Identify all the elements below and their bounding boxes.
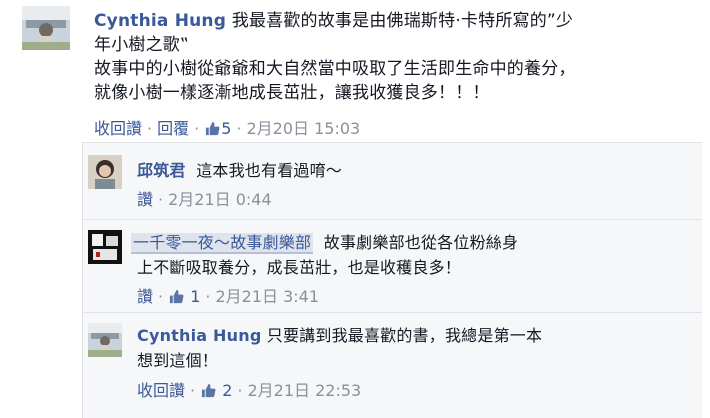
timestamp-link[interactable]: 2月21日 3:41 [215, 287, 319, 306]
withdraw-like-link[interactable]: 收回讚 [137, 381, 185, 400]
main-comment-actions: 收回讚 · 回覆 · 5 · 2月20日 15:03 [94, 118, 360, 140]
avatar-photo-icon [88, 155, 122, 189]
comment-text-line: 就像小樹一樣逐漸地成長茁壯，讓我收獲良多！！！ [94, 83, 490, 103]
separator-dot: · [237, 381, 243, 400]
divider [82, 312, 702, 313]
reply-text-line: 想到這個！ [137, 351, 219, 370]
separator-dot: · [194, 119, 200, 138]
comment-text-line: 我最喜歡的故事是由佛瑞斯特·卡特所寫的”少 [231, 11, 574, 31]
separator-dot: · [190, 381, 196, 400]
like-link[interactable]: 讚 [137, 287, 153, 306]
thumbs-up-icon [170, 289, 184, 304]
reply-author-link[interactable]: 一千零一夜～故事劇樂部 [131, 233, 314, 254]
like-link[interactable]: 讚 [137, 190, 153, 209]
avatar-reply-3[interactable] [88, 323, 122, 357]
reply-text-line: 故事劇樂部也從各位粉絲身 [323, 233, 519, 252]
divider [82, 142, 702, 143]
like-count[interactable]: 1 [168, 287, 200, 306]
comment-text-line: 年小樹之歌‟ [94, 35, 190, 55]
separator-dot: · [158, 287, 164, 306]
separator-dot: · [158, 190, 164, 209]
comment-author-link[interactable]: Cynthia Hung [94, 11, 226, 31]
like-count[interactable]: 5 [204, 119, 231, 138]
divider [82, 219, 702, 220]
timestamp-link[interactable]: 2月20日 15:03 [247, 119, 361, 138]
reply-link[interactable]: 回覆 [157, 119, 189, 138]
reply-actions: 讚 · 1 · 2月21日 3:41 [137, 286, 319, 308]
reply-comment: Cynthia Hung 只要講到我最喜歡的書，我總是第一本 想到這個！ [137, 323, 542, 373]
avatar-photo-icon [22, 6, 70, 50]
reply-text-line: 上不斷吸取養分，成長茁壯，也是收穫良多！ [137, 258, 462, 277]
avatar-photo-icon [88, 323, 122, 357]
thumbs-up-icon [202, 383, 216, 398]
reply-text-line: 只要講到我最喜歡的書，我總是第一本 [266, 326, 543, 345]
timestamp-link[interactable]: 2月21日 22:53 [247, 381, 361, 400]
withdraw-like-link[interactable]: 收回讚 [94, 119, 142, 138]
page-logo-icon [88, 230, 122, 264]
reply-actions: 收回讚 · 2 · 2月21日 22:53 [137, 380, 361, 402]
separator-dot: · [147, 119, 153, 138]
timestamp-link[interactable]: 2月21日 0:44 [168, 190, 272, 209]
reply-comment: 邱筑君 這本我也有看過唷～ [137, 158, 342, 183]
reply-text-line: 這本我也有看過唷～ [196, 161, 342, 180]
avatar-reply-2[interactable] [88, 230, 122, 264]
replies-list [82, 142, 702, 418]
reply-actions: 讚 · 2月21日 0:44 [137, 189, 272, 211]
avatar-reply-1[interactable] [88, 155, 122, 189]
reply-comment: 一千零一夜～故事劇樂部 故事劇樂部也從各位粉絲身 上不斷吸取養分，成長茁壯，也是… [131, 230, 518, 280]
avatar-cynthia-hung[interactable] [22, 6, 70, 50]
thumbs-up-icon [206, 121, 220, 136]
separator-dot: · [236, 119, 242, 138]
like-count[interactable]: 2 [200, 381, 232, 400]
reply-author-link[interactable]: 邱筑君 [137, 161, 186, 180]
comment-text-line: 故事中的小樹從爺爺和大自然當中吸取了生活即生命中的養分， [94, 59, 576, 79]
separator-dot: · [205, 287, 211, 306]
main-comment: Cynthia Hung 我最喜歡的故事是由佛瑞斯特·卡特所寫的”少 年小樹之歌… [94, 9, 694, 105]
reply-author-link[interactable]: Cynthia Hung [137, 326, 261, 345]
